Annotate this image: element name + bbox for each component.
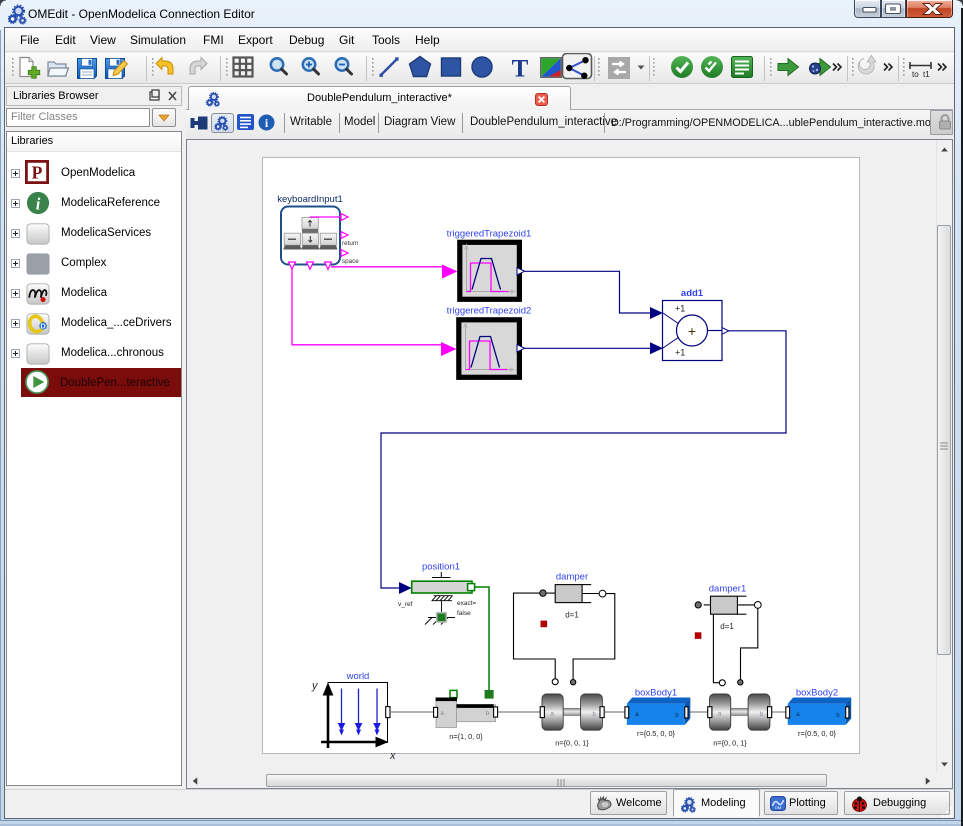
svg-text:x: x bbox=[389, 750, 396, 762]
svg-text:damper: damper bbox=[556, 572, 588, 583]
svg-text:i: i bbox=[36, 194, 41, 213]
svg-text:+1: +1 bbox=[675, 304, 685, 314]
svg-text:space: space bbox=[342, 258, 359, 265]
svg-text:v_ref: v_ref bbox=[398, 601, 413, 608]
svg-text:to: to bbox=[912, 70, 919, 79]
svg-text:d=1: d=1 bbox=[720, 622, 734, 631]
svg-text:return: return bbox=[342, 240, 359, 247]
svg-text:boxBody1: boxBody1 bbox=[635, 688, 677, 699]
svg-text:D: D bbox=[40, 322, 46, 331]
svg-text:n={0, 0, 1}: n={0, 0, 1} bbox=[713, 739, 747, 748]
svg-text:n={1, 0, 0}: n={1, 0, 0} bbox=[449, 732, 483, 741]
svg-text:r={0.5, 0, 0}: r={0.5, 0, 0} bbox=[637, 729, 675, 738]
svg-text:add1: add1 bbox=[681, 288, 704, 299]
svg-text:damper1: damper1 bbox=[709, 584, 747, 595]
svg-text:+1: +1 bbox=[675, 348, 685, 358]
svg-text:boxBody2: boxBody2 bbox=[796, 688, 838, 699]
svg-text:exact=: exact= bbox=[457, 600, 477, 607]
svg-text:r={0.5, 0, 0}: r={0.5, 0, 0} bbox=[798, 729, 836, 738]
svg-text:position1: position1 bbox=[422, 562, 460, 573]
svg-text:triggeredTrapezoid1: triggeredTrapezoid1 bbox=[447, 229, 532, 240]
svg-text:T: T bbox=[512, 56, 529, 83]
svg-text:OM: OM bbox=[775, 805, 781, 810]
svg-text:n={0, 0, 1}: n={0, 0, 1} bbox=[555, 739, 589, 748]
svg-text:false: false bbox=[457, 610, 471, 617]
svg-text:keyboardInput1: keyboardInput1 bbox=[277, 194, 343, 205]
svg-text:P: P bbox=[32, 162, 43, 182]
svg-text:t1: t1 bbox=[923, 70, 930, 79]
svg-text:d=1: d=1 bbox=[565, 611, 579, 620]
svg-text:triggeredTrapezoid2: triggeredTrapezoid2 bbox=[447, 306, 532, 317]
svg-text:+: + bbox=[688, 323, 696, 339]
svg-text:world: world bbox=[346, 671, 370, 682]
